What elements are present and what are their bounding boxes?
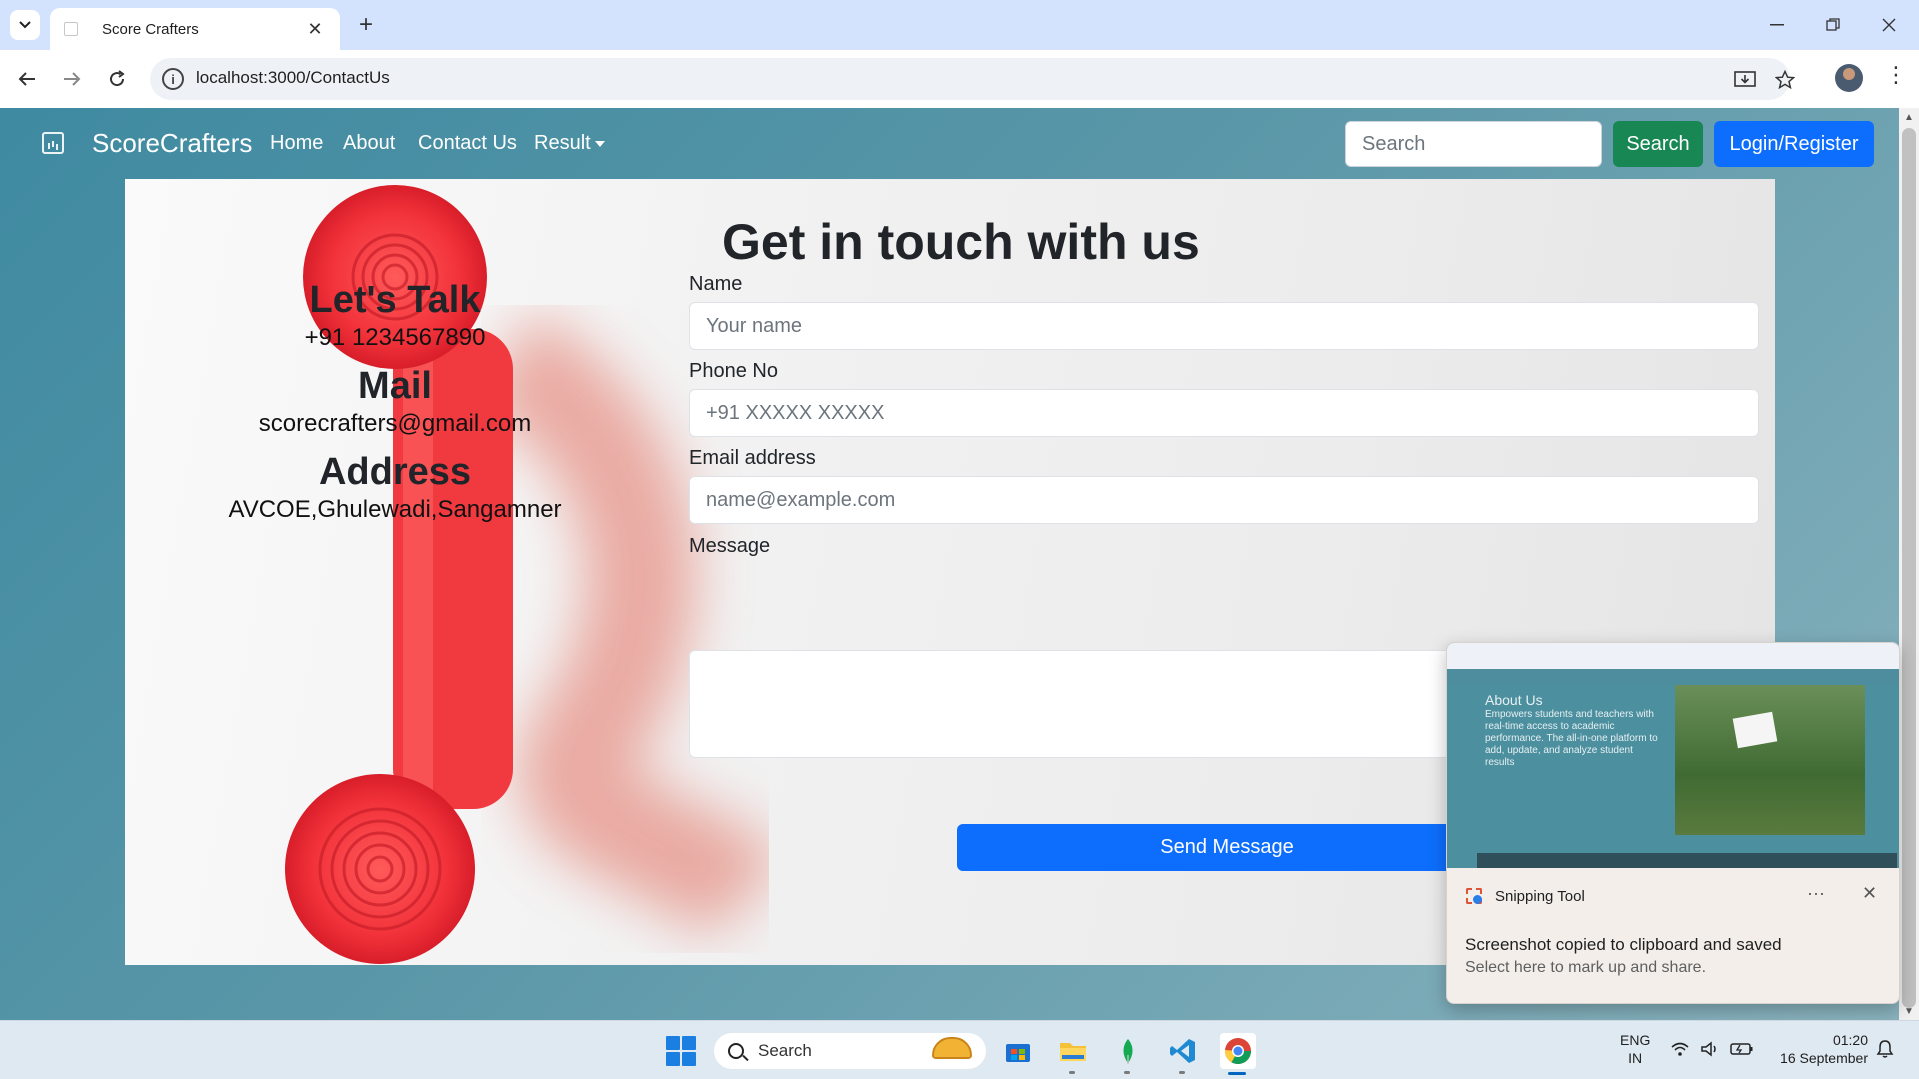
profile-avatar[interactable] bbox=[1835, 64, 1863, 92]
mail-heading: Mail bbox=[358, 365, 432, 407]
toast-message: Screenshot copied to clipboard and saved bbox=[1465, 935, 1782, 954]
form-title: Get in touch with us bbox=[722, 214, 1200, 270]
talk-heading: Let's Talk bbox=[309, 279, 481, 321]
address-text: AVCOE,Ghulewadi,Sangamner bbox=[228, 496, 562, 523]
toast-subtext: Select here to mark up and share. bbox=[1465, 959, 1707, 976]
email-label: Email address bbox=[689, 447, 816, 469]
chrome-icon[interactable] bbox=[1220, 1033, 1256, 1069]
phone-field[interactable] bbox=[689, 389, 1759, 437]
file-explorer-icon[interactable] bbox=[1055, 1033, 1091, 1069]
mongodb-compass-icon[interactable] bbox=[1110, 1033, 1146, 1069]
tab-search-button[interactable] bbox=[10, 10, 40, 40]
windows-start-icon[interactable] bbox=[666, 1036, 696, 1066]
nav-home[interactable]: Home bbox=[270, 132, 323, 155]
nav-about[interactable]: About bbox=[343, 132, 395, 155]
thumbnail-text: About Us Empowers students and teachers … bbox=[1485, 693, 1665, 769]
battery-icon[interactable] bbox=[1730, 1041, 1754, 1062]
nav-contact[interactable]: Contact Us bbox=[418, 132, 517, 155]
login-register-button[interactable]: Login/Register bbox=[1714, 121, 1874, 167]
talk-block: Let's Talk +91 1234567890 bbox=[195, 279, 595, 352]
toast-app-name: Snipping Tool bbox=[1495, 887, 1585, 905]
email-address: scorecrafters@gmail.com bbox=[258, 410, 532, 437]
clock[interactable]: 01:20 16 September bbox=[1770, 1031, 1868, 1067]
browser-menu-icon[interactable]: ⋮ bbox=[1885, 62, 1907, 88]
reload-icon bbox=[110, 70, 125, 87]
page-favicon-icon bbox=[64, 22, 78, 36]
phone-number: +91 1234567890 bbox=[304, 324, 486, 351]
back-button[interactable] bbox=[12, 64, 42, 94]
thumbnail-title: About Us bbox=[1485, 692, 1543, 708]
explorer-running-indicator bbox=[1069, 1071, 1075, 1074]
tab-title: Score Crafters bbox=[102, 20, 199, 38]
bookmark-star-icon[interactable] bbox=[1771, 66, 1799, 94]
address-heading: Address bbox=[318, 451, 472, 493]
send-message-button[interactable]: Send Message bbox=[957, 824, 1497, 871]
taskbar-search-label: Search bbox=[758, 1041, 812, 1060]
clock-date: 16 September bbox=[1780, 1050, 1868, 1066]
forward-button[interactable] bbox=[57, 64, 87, 94]
screenshot-thumbnail[interactable]: About Us Empowers students and teachers … bbox=[1447, 643, 1899, 868]
language-code: ENG bbox=[1620, 1032, 1651, 1048]
mail-block: Mail scorecrafters@gmail.com bbox=[195, 365, 595, 438]
nav-result-label: Result bbox=[534, 132, 591, 154]
chrome-active-indicator bbox=[1228, 1072, 1246, 1075]
caret-down-icon bbox=[594, 140, 605, 147]
email-field[interactable] bbox=[689, 476, 1759, 524]
microsoft-store-icon[interactable] bbox=[1000, 1033, 1036, 1069]
toast-more-icon[interactable]: ··· bbox=[1807, 883, 1825, 904]
brand-name[interactable]: ScoreCrafters bbox=[92, 128, 252, 159]
new-tab-button[interactable]: + bbox=[352, 12, 380, 40]
address-block: Address AVCOE,Ghulewadi,Sangamner bbox=[195, 451, 595, 524]
notification-bell-icon[interactable] bbox=[1876, 1039, 1894, 1064]
toast-app-row: Snipping Tool bbox=[1465, 887, 1585, 905]
message-label: Message bbox=[689, 535, 771, 557]
chevron-down-icon bbox=[19, 21, 31, 29]
scroll-up-icon[interactable]: ▲ bbox=[1904, 112, 1914, 123]
close-window-button[interactable] bbox=[1869, 10, 1909, 40]
install-app-icon[interactable] bbox=[1731, 66, 1759, 94]
region-code: IN bbox=[1628, 1050, 1643, 1066]
thumbnail-photo bbox=[1675, 685, 1865, 835]
phone-label: Phone No bbox=[689, 360, 778, 382]
toast-close-icon[interactable]: ✕ bbox=[1862, 883, 1877, 904]
wifi-icon[interactable] bbox=[1670, 1041, 1690, 1062]
browser-tab-strip: Score Crafters ✕ + bbox=[0, 0, 1919, 50]
arrow-right-icon bbox=[64, 72, 81, 86]
volume-icon[interactable] bbox=[1700, 1041, 1720, 1062]
site-search-button[interactable]: Search bbox=[1613, 121, 1703, 167]
brand-logo-icon bbox=[42, 132, 64, 154]
snipping-tool-icon bbox=[1465, 887, 1483, 905]
scrollbar-thumb[interactable] bbox=[1902, 128, 1916, 1008]
arrow-left-icon bbox=[18, 72, 35, 86]
site-info-icon[interactable]: i bbox=[162, 68, 184, 90]
snipping-tool-notification[interactable]: About Us Empowers students and teachers … bbox=[1446, 642, 1900, 1004]
browser-tab[interactable]: Score Crafters ✕ bbox=[50, 8, 340, 50]
thumbnail-body: Empowers students and teachers with real… bbox=[1485, 709, 1658, 768]
mongodb-running-indicator bbox=[1124, 1071, 1130, 1074]
address-bar[interactable] bbox=[150, 58, 1790, 100]
windows-taskbar: Search ENG IN 01:20 16 September bbox=[0, 1020, 1919, 1079]
tab-close-icon[interactable]: ✕ bbox=[304, 19, 326, 40]
thumbnail-footer bbox=[1477, 853, 1897, 868]
minimize-icon bbox=[1770, 24, 1784, 26]
reload-button[interactable] bbox=[102, 64, 132, 94]
minimize-button[interactable] bbox=[1757, 10, 1797, 40]
url-text[interactable]: localhost:3000/ContactUs bbox=[196, 68, 390, 88]
restore-icon bbox=[1826, 18, 1840, 31]
vscode-running-indicator bbox=[1179, 1071, 1185, 1074]
thumbnail-browser-chrome bbox=[1447, 643, 1899, 669]
input-language[interactable]: ENG IN bbox=[1620, 1031, 1650, 1067]
nav-result-dropdown[interactable]: Result bbox=[534, 132, 605, 155]
thumbnail-navbar bbox=[1447, 669, 1899, 685]
name-label: Name bbox=[689, 273, 743, 295]
site-navbar: ScoreCrafters Home About Contact Us Resu… bbox=[0, 108, 1899, 180]
name-field[interactable] bbox=[689, 302, 1759, 350]
vscode-icon[interactable] bbox=[1165, 1033, 1201, 1069]
site-search-input[interactable] bbox=[1345, 121, 1602, 167]
restore-button[interactable] bbox=[1813, 10, 1853, 40]
search-icon bbox=[728, 1043, 744, 1059]
scroll-down-icon[interactable]: ▼ bbox=[1904, 1006, 1914, 1017]
clock-time: 01:20 bbox=[1832, 1032, 1868, 1048]
close-icon bbox=[1882, 18, 1896, 32]
